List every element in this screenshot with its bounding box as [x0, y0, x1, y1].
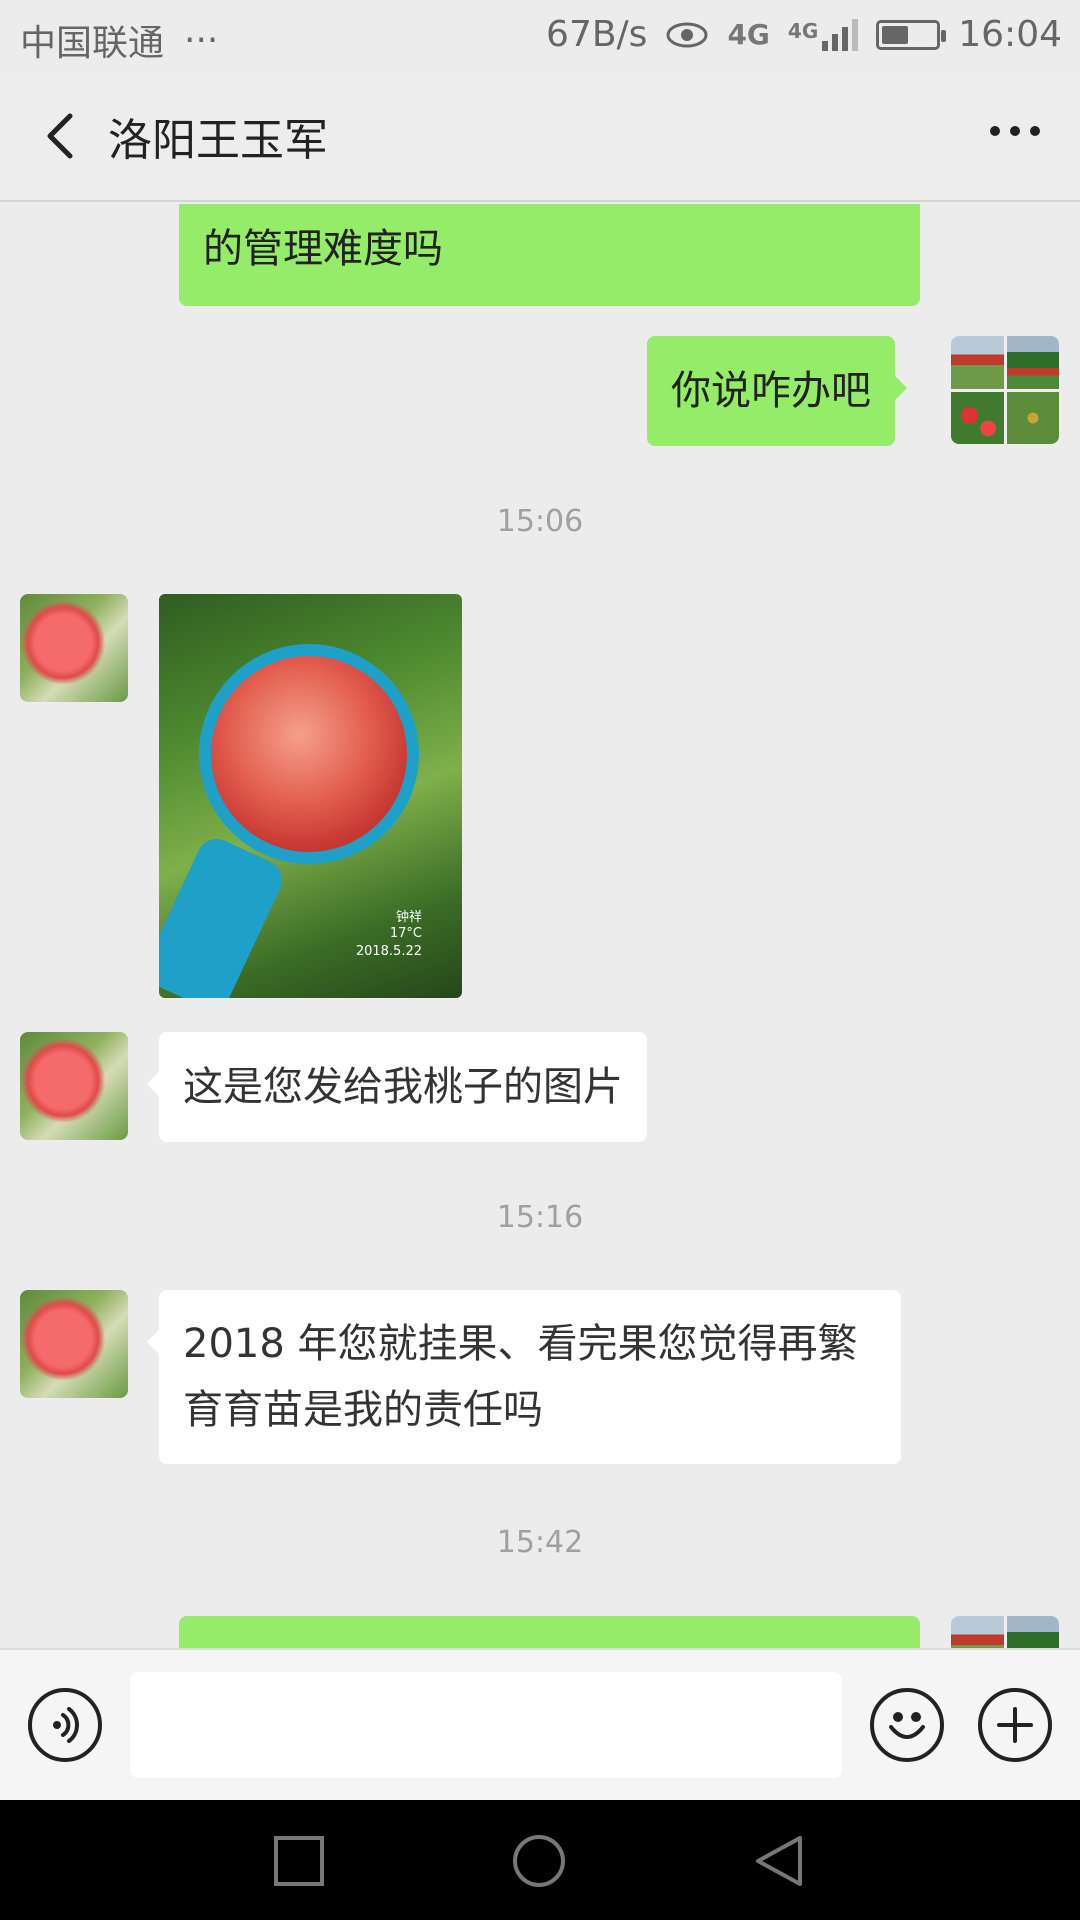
chat-header: 洛阳王玉军	[0, 74, 1080, 202]
contact-avatar[interactable]	[20, 1290, 128, 1398]
message-input[interactable]	[130, 1672, 842, 1778]
battery-icon	[876, 19, 947, 50]
plus-button[interactable]	[978, 1688, 1052, 1762]
nav-back-button[interactable]	[752, 1834, 806, 1888]
photo-watermark-name: 钟祥	[395, 910, 422, 925]
network-type-2: 4G	[787, 18, 819, 43]
photo-watermark-temp: 17°C	[389, 926, 422, 941]
message-text: 这是您发给我桃子的图片	[183, 1064, 623, 1110]
carrier-label: 中国联通	[20, 23, 165, 64]
more-dots-icon[interactable]	[990, 126, 1040, 136]
timestamp: 15:16	[496, 1200, 584, 1235]
nav-back-icon	[756, 1836, 802, 1886]
photo-watermark-date: 2018.5.22	[355, 944, 422, 959]
message-text: 的管理难度吗	[203, 226, 443, 272]
system-nav-bar	[0, 1800, 1080, 1920]
nav-home-icon	[513, 1835, 565, 1887]
input-bar	[0, 1648, 1080, 1800]
net-speed: 67B/s	[546, 14, 648, 55]
nav-recent-button[interactable]	[272, 1834, 326, 1888]
back-button[interactable]	[30, 104, 94, 168]
contact-avatar[interactable]	[20, 1032, 128, 1140]
message-bubble-incoming[interactable]: 2018 年您就挂果、看完果您觉得再繁育育苗是我的责任吗	[147, 1290, 901, 1464]
message-bubble-outgoing[interactable]: 的管理难度吗	[179, 204, 920, 306]
message-text: 你说咋办吧	[671, 368, 871, 414]
message-image[interactable]: 钟祥 17°C 2018.5.22	[159, 594, 462, 998]
status-bar: 中国联通 ··· 67B/s 4G 4G 16:04	[0, 0, 1080, 74]
message-text: 2018 年您就挂果、看完果您觉得再繁育育苗是我的责任吗	[183, 1321, 858, 1433]
message-list[interactable]: 的管理难度吗 你说咋办吧 15:06 钟祥 17°C 2018.5.22 这是您…	[0, 204, 1080, 1648]
clock: 16:04	[958, 14, 1062, 55]
timestamp: 15:42	[496, 1525, 584, 1560]
message-bubble-incoming[interactable]: 这是您发给我桃子的图片	[147, 1032, 647, 1142]
timestamp: 15:06	[496, 504, 584, 539]
my-avatar[interactable]	[951, 1616, 1059, 1648]
message-bubble-outgoing[interactable]: 你说咋办吧	[647, 336, 907, 446]
signal-icon	[822, 18, 859, 51]
nav-recent-icon	[274, 1836, 324, 1886]
nav-home-button[interactable]	[509, 1834, 569, 1888]
back-arrow-icon	[47, 113, 73, 159]
carrier-more-indicator: ···	[184, 19, 219, 61]
voice-button[interactable]	[28, 1688, 102, 1762]
message-bubble-outgoing[interactable]	[179, 1616, 920, 1648]
plus-icon	[997, 1707, 1033, 1743]
chat-title: 洛阳王玉军	[108, 115, 328, 166]
emoji-button[interactable]	[870, 1688, 944, 1762]
eye-icon	[666, 22, 708, 47]
my-avatar[interactable]	[951, 336, 1059, 444]
voice-icon	[53, 1707, 79, 1743]
network-type-1: 4G	[727, 18, 770, 51]
contact-avatar[interactable]	[20, 594, 128, 702]
emoji-icon	[889, 1712, 925, 1739]
